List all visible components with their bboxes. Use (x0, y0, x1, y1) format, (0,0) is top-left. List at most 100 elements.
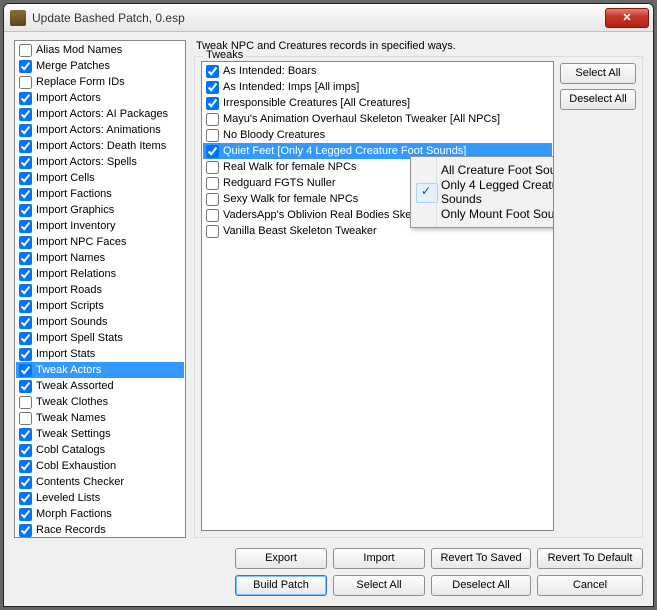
tweak-item[interactable]: As Intended: Imps [All imps] (203, 79, 552, 95)
category-item[interactable]: Tweak Assorted (16, 378, 184, 394)
select-all-button[interactable]: Select All (333, 575, 425, 596)
category-item[interactable]: Import Actors (16, 90, 184, 106)
category-item[interactable]: Import Factions (16, 186, 184, 202)
tweak-checkbox[interactable] (206, 177, 219, 190)
category-checkbox[interactable] (19, 460, 32, 473)
category-item[interactable]: Import Scripts (16, 298, 184, 314)
tweak-checkbox[interactable] (206, 225, 219, 238)
category-item[interactable]: Replace Form IDs (16, 74, 184, 90)
category-checkbox[interactable] (19, 300, 32, 313)
tweak-checkbox[interactable] (206, 65, 219, 78)
category-item[interactable]: Import Relations (16, 266, 184, 282)
category-item[interactable]: Cobl Catalogs (16, 442, 184, 458)
tweak-checkbox[interactable] (206, 81, 219, 94)
cancel-button[interactable]: Cancel (537, 575, 643, 596)
category-item[interactable]: Contents Checker (16, 474, 184, 490)
category-item[interactable]: Leveled Lists (16, 490, 184, 506)
titlebar[interactable]: Update Bashed Patch, 0.esp ✕ (4, 4, 653, 32)
tweak-checkbox[interactable] (206, 209, 219, 222)
category-checkbox[interactable] (19, 364, 32, 377)
category-item[interactable]: Cobl Exhaustion (16, 458, 184, 474)
category-checkbox[interactable] (19, 236, 32, 249)
category-item[interactable]: Import Sounds (16, 314, 184, 330)
category-checkbox[interactable] (19, 140, 32, 153)
close-button[interactable]: ✕ (605, 8, 649, 28)
tweaks-select-all-button[interactable]: Select All (560, 63, 636, 84)
category-checkbox[interactable] (19, 492, 32, 505)
deselect-all-button[interactable]: Deselect All (431, 575, 531, 596)
tweaks-list[interactable]: As Intended: BoarsAs Intended: Imps [All… (201, 61, 554, 531)
revert-to-saved-button[interactable]: Revert To Saved (431, 548, 531, 569)
tweak-checkbox[interactable] (206, 97, 219, 110)
category-checkbox[interactable] (19, 60, 32, 73)
category-item[interactable]: Import Actors: Death Items (16, 138, 184, 154)
category-checkbox[interactable] (19, 92, 32, 105)
category-checkbox[interactable] (19, 204, 32, 217)
category-checkbox[interactable] (19, 44, 32, 57)
category-checkbox[interactable] (19, 348, 32, 361)
context-menu-item[interactable]: Only Mount Foot Sounds (413, 203, 554, 225)
category-item[interactable]: Morph Factions (16, 506, 184, 522)
category-item[interactable]: Merge Patches (16, 58, 184, 74)
category-item[interactable]: Import Names (16, 250, 184, 266)
category-item[interactable]: Import Actors: AI Packages (16, 106, 184, 122)
category-item[interactable]: Import Cells (16, 170, 184, 186)
category-item[interactable]: Alias Mod Names (16, 42, 184, 58)
category-item[interactable]: Tweak Settings (16, 426, 184, 442)
export-button[interactable]: Export (235, 548, 327, 569)
category-item[interactable]: Import Roads (16, 282, 184, 298)
category-checkbox[interactable] (19, 524, 32, 537)
context-menu-item[interactable]: Only 4 Legged Creature Foot Sounds (413, 181, 554, 203)
category-checkbox[interactable] (19, 412, 32, 425)
category-item[interactable]: Tweak Actors (16, 362, 184, 378)
tweak-item[interactable]: Irresponsible Creatures [All Creatures] (203, 95, 552, 111)
tweak-checkbox[interactable] (206, 193, 219, 206)
category-checkbox[interactable] (19, 316, 32, 329)
context-menu[interactable]: All Creature Foot SoundsOnly 4 Legged Cr… (410, 156, 554, 228)
category-item[interactable]: Import NPC Faces (16, 234, 184, 250)
category-checkbox[interactable] (19, 268, 32, 281)
category-item[interactable]: Import Inventory (16, 218, 184, 234)
category-checkbox[interactable] (19, 108, 32, 121)
tweak-item[interactable]: Mayu's Animation Overhaul Skeleton Tweak… (203, 111, 552, 127)
tweak-item[interactable]: As Intended: Boars (203, 63, 552, 79)
category-label: Import Actors (36, 92, 101, 104)
tweak-checkbox[interactable] (206, 129, 219, 142)
category-label: Import Roads (36, 284, 102, 296)
category-item[interactable]: Import Stats (16, 346, 184, 362)
category-item[interactable]: Tweak Names (16, 410, 184, 426)
category-checkbox[interactable] (19, 156, 32, 169)
tweak-item[interactable]: No Bloody Creatures (203, 127, 552, 143)
tweaks-legend: Tweaks (203, 49, 246, 61)
category-item[interactable]: Import Spell Stats (16, 330, 184, 346)
import-button[interactable]: Import (333, 548, 425, 569)
category-checkbox[interactable] (19, 332, 32, 345)
category-label: Tweak Actors (36, 364, 101, 376)
tweak-checkbox[interactable] (206, 113, 219, 126)
category-item[interactable]: Import Graphics (16, 202, 184, 218)
category-checkbox[interactable] (19, 252, 32, 265)
category-checkbox[interactable] (19, 188, 32, 201)
category-checkbox[interactable] (19, 476, 32, 489)
tweak-checkbox[interactable] (206, 145, 219, 158)
category-item[interactable]: Import Actors: Spells (16, 154, 184, 170)
tweak-checkbox[interactable] (206, 161, 219, 174)
category-checkbox[interactable] (19, 508, 32, 521)
category-label: Tweak Clothes (36, 396, 108, 408)
category-checkbox[interactable] (19, 124, 32, 137)
build-patch-button[interactable]: Build Patch (235, 575, 327, 596)
category-checkbox[interactable] (19, 380, 32, 393)
revert-to-default-button[interactable]: Revert To Default (537, 548, 643, 569)
category-checkbox[interactable] (19, 76, 32, 89)
category-item[interactable]: Import Actors: Animations (16, 122, 184, 138)
category-checkbox[interactable] (19, 428, 32, 441)
category-checkbox[interactable] (19, 396, 32, 409)
category-item[interactable]: Race Records (16, 522, 184, 538)
category-checkbox[interactable] (19, 220, 32, 233)
category-checkbox[interactable] (19, 284, 32, 297)
category-checkbox[interactable] (19, 444, 32, 457)
tweaks-deselect-all-button[interactable]: Deselect All (560, 89, 636, 110)
category-checkbox[interactable] (19, 172, 32, 185)
category-item[interactable]: Tweak Clothes (16, 394, 184, 410)
category-list[interactable]: Alias Mod NamesMerge PatchesReplace Form… (14, 40, 186, 538)
